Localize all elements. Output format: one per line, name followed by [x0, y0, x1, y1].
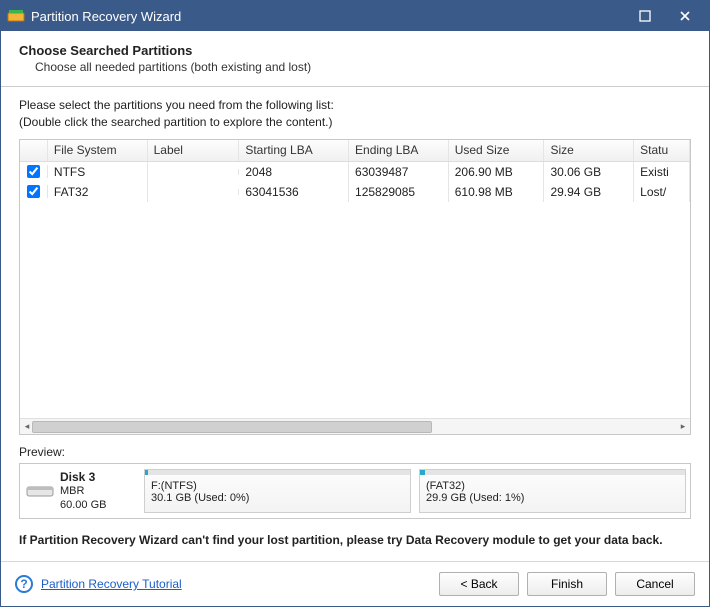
cell-size: 29.94 GB [544, 182, 634, 202]
disk-title: Disk 3 [60, 470, 106, 485]
row-checkbox[interactable] [27, 165, 40, 178]
cell-status: Lost/ [634, 182, 690, 202]
table-body: NTFS 2048 63039487 206.90 MB 30.06 GB Ex… [20, 162, 690, 418]
help-icon[interactable]: ? [15, 575, 33, 593]
disk-capacity: 60.00 GB [60, 499, 106, 513]
table-row[interactable]: NTFS 2048 63039487 206.90 MB 30.06 GB Ex… [20, 162, 690, 182]
separator [1, 86, 709, 87]
cell-starting-lba: 63041536 [239, 182, 349, 202]
instructions: Please select the partitions you need fr… [19, 97, 691, 131]
page-heading: Choose Searched Partitions [19, 43, 691, 58]
partition-table: File System Label Starting LBA Ending LB… [19, 139, 691, 435]
preview-partition[interactable]: F:(NTFS) 30.1 GB (Used: 0%) [144, 469, 411, 513]
title-bar: Partition Recovery Wizard [1, 1, 709, 31]
instruction-line-1: Please select the partitions you need fr… [19, 97, 691, 114]
footer: ? Partition Recovery Tutorial < Back Fin… [1, 561, 709, 606]
page-subheading: Choose all needed partitions (both exist… [35, 60, 691, 74]
cell-ending-lba: 125829085 [349, 182, 449, 202]
disk-icon [26, 482, 54, 500]
col-checkbox [20, 140, 48, 161]
notice-text: If Partition Recovery Wizard can't find … [19, 533, 691, 547]
horizontal-scrollbar[interactable]: ◂ ▸ [20, 418, 690, 434]
cell-status: Existi [634, 162, 690, 182]
col-starting-lba[interactable]: Starting LBA [239, 140, 349, 161]
scroll-thumb[interactable] [32, 421, 432, 433]
preview-partition[interactable]: (FAT32) 29.9 GB (Used: 1%) [419, 469, 686, 513]
partition-label: F:(NTFS) [151, 480, 404, 492]
maximize-button[interactable] [625, 1, 665, 31]
window-title: Partition Recovery Wizard [31, 9, 625, 24]
disk-info: Disk 3 MBR 60.00 GB [20, 464, 140, 518]
content-area: Choose Searched Partitions Choose all ne… [1, 31, 709, 561]
finish-button[interactable]: Finish [527, 572, 607, 596]
cell-starting-lba: 2048 [239, 162, 349, 182]
disk-text: Disk 3 MBR 60.00 GB [60, 470, 106, 513]
col-ending-lba[interactable]: Ending LBA [349, 140, 449, 161]
cancel-button[interactable]: Cancel [615, 572, 695, 596]
cell-used-size: 610.98 MB [449, 182, 545, 202]
preview-box: Disk 3 MBR 60.00 GB F:(NTFS) 30.1 GB (Us… [19, 463, 691, 519]
cell-label [148, 169, 240, 175]
col-filesystem[interactable]: File System [48, 140, 148, 161]
tutorial-link[interactable]: Partition Recovery Tutorial [41, 577, 182, 591]
scroll-right-icon[interactable]: ▸ [676, 421, 690, 432]
back-button[interactable]: < Back [439, 572, 519, 596]
col-size[interactable]: Size [544, 140, 634, 161]
disk-type: MBR [60, 485, 106, 499]
col-label[interactable]: Label [148, 140, 240, 161]
instruction-line-2: (Double click the searched partition to … [19, 114, 691, 131]
cell-filesystem: FAT32 [48, 182, 148, 202]
col-used-size[interactable]: Used Size [449, 140, 545, 161]
cell-size: 30.06 GB [544, 162, 634, 182]
row-checkbox[interactable] [27, 185, 40, 198]
partition-label: (FAT32) [426, 480, 679, 492]
cell-ending-lba: 63039487 [349, 162, 449, 182]
partition-detail: 30.1 GB (Used: 0%) [151, 492, 404, 504]
close-button[interactable] [665, 1, 705, 31]
app-icon [7, 7, 25, 25]
cell-label [148, 189, 240, 195]
cell-used-size: 206.90 MB [449, 162, 545, 182]
preview-label: Preview: [19, 445, 691, 459]
table-header: File System Label Starting LBA Ending LB… [20, 140, 690, 162]
cell-filesystem: NTFS [48, 162, 148, 182]
partition-detail: 29.9 GB (Used: 1%) [426, 492, 679, 504]
table-row[interactable]: FAT32 63041536 125829085 610.98 MB 29.94… [20, 182, 690, 202]
col-status[interactable]: Statu [634, 140, 690, 161]
